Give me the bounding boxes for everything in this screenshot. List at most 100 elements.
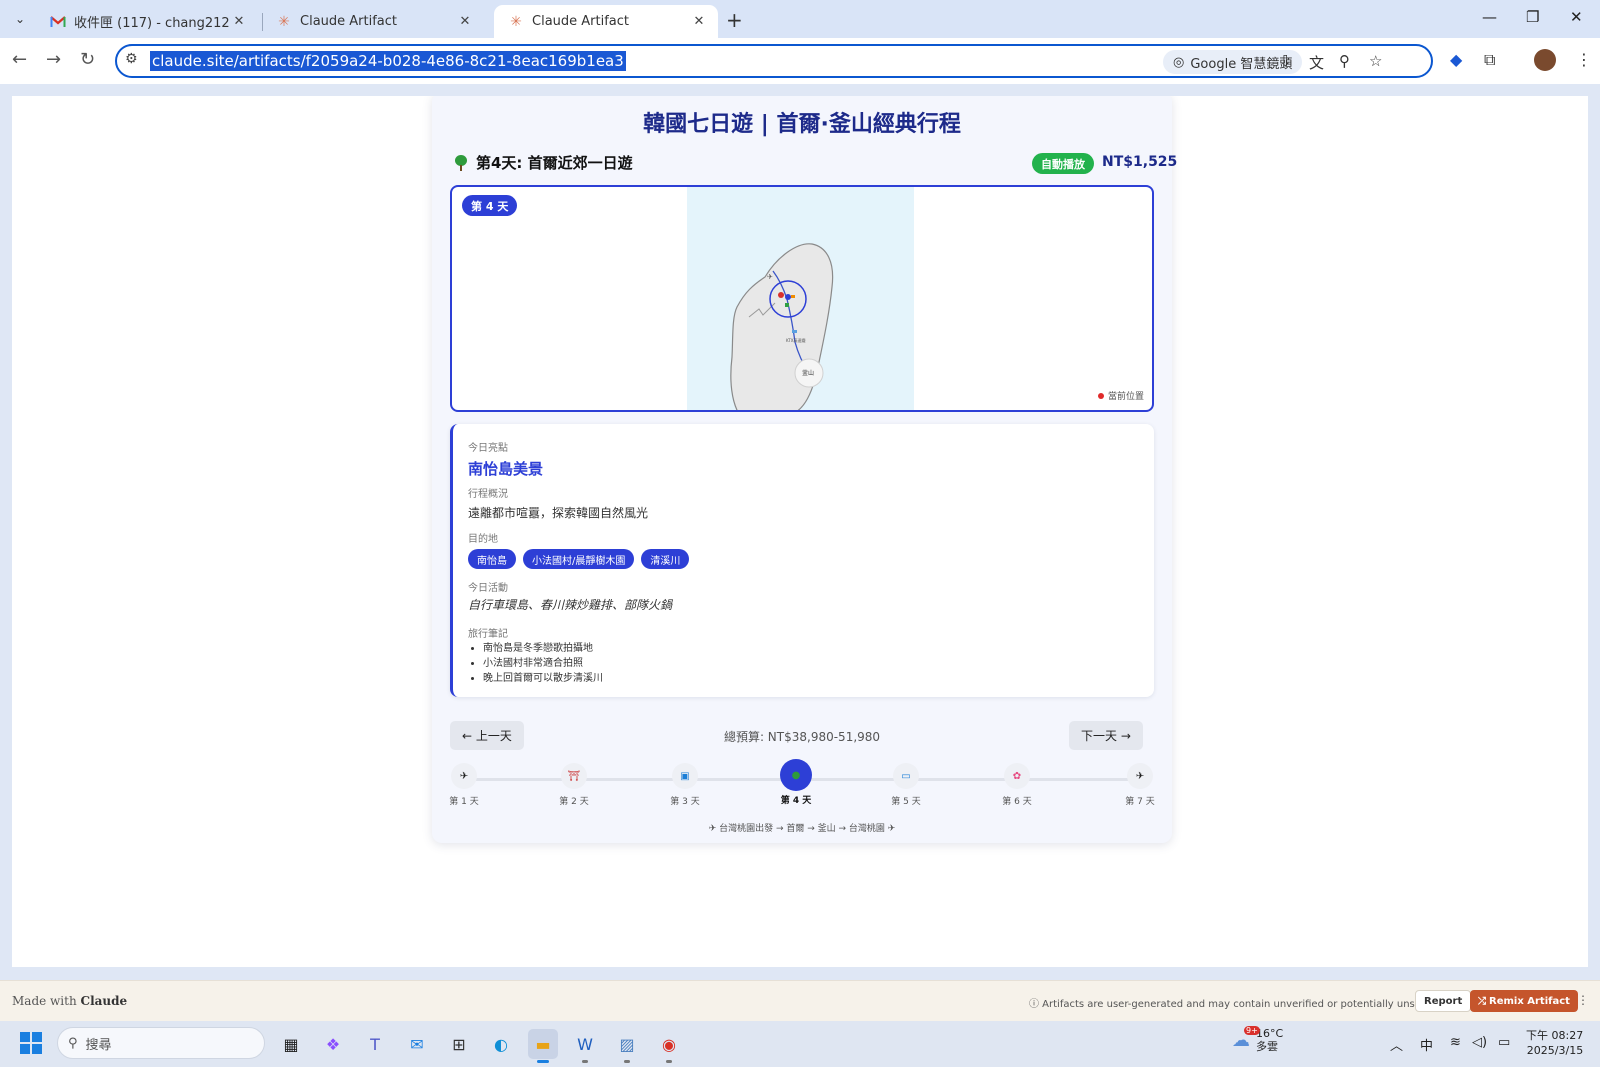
wifi-icon[interactable]: ≋ [1450, 1035, 1461, 1050]
search-placeholder: 搜尋 [85, 1037, 112, 1053]
made-with-claude[interactable]: Made with Claude [12, 994, 127, 1008]
timeline-day-5[interactable]: ▭ 第 5 天 [876, 757, 936, 807]
teams-icon[interactable]: T [360, 1029, 390, 1059]
tree-icon: ● [780, 759, 812, 791]
close-tab-icon[interactable]: ✕ [456, 14, 474, 29]
chrome-icon[interactable]: ◉ [654, 1029, 684, 1063]
photos-icon[interactable]: ▨ [612, 1029, 642, 1063]
seoul-marker [778, 292, 784, 298]
autoplay-button[interactable]: 自動播放 [1032, 153, 1094, 174]
word-icon[interactable]: W [570, 1029, 600, 1063]
map-day-chip: 第 4 天 [462, 195, 518, 216]
timeline-day-3[interactable]: ▣ 第 3 天 [655, 757, 715, 807]
day-price: NT$1,525 [1102, 154, 1178, 170]
flower-icon: ✿ [1004, 763, 1030, 789]
list-item: 南怡島是冬季戀歌拍攝地 [483, 641, 603, 656]
destination-chip[interactable]: 小法國村/晨靜樹木園 [523, 549, 635, 569]
extension-shield-icon[interactable]: ◆ [1450, 50, 1462, 69]
highlight-text: 南怡島美景 [468, 460, 544, 478]
mail-icon[interactable]: ✉ [402, 1029, 432, 1059]
taskbar-search[interactable]: ⚲ 搜尋 [57, 1027, 265, 1059]
tab-claude-artifact[interactable]: ✳ Claude Artifact ✕ [262, 5, 484, 38]
timeline-label: 第 6 天 [1002, 797, 1032, 807]
route-map[interactable]: ✈ KTX高速鐵 釜山 第 4 天 當前位置 [450, 185, 1154, 412]
new-tab-plus-icon[interactable]: + [726, 8, 743, 32]
next-day-button[interactable]: 下一天 → [1069, 721, 1143, 750]
reload-icon[interactable]: ↻ [80, 49, 95, 70]
overview-label: 行程概況 [468, 489, 508, 500]
tab-title: Claude Artifact [300, 14, 398, 29]
timeline-day-6[interactable]: ✿ 第 6 天 [987, 757, 1047, 807]
tab-claude-artifact-active[interactable]: ✳ Claude Artifact ✕ [494, 5, 718, 38]
remix-artifact-button[interactable]: ⤮ Remix Artifact [1470, 990, 1578, 1012]
destination-chip[interactable]: 清溪川 [641, 549, 690, 569]
timeline-label: 第 2 天 [559, 797, 589, 807]
timeline-day-2[interactable]: ⛩ 第 2 天 [544, 757, 604, 807]
edge-icon[interactable]: ◐ [486, 1029, 516, 1059]
more-options-icon[interactable]: ⋮ [1577, 993, 1589, 1007]
report-button[interactable]: Report [1415, 990, 1472, 1012]
tab-search-button[interactable]: ⌄ [8, 7, 32, 31]
day-timeline: ✈ 第 1 天 ⛩ 第 2 天 ▣ 第 3 天 ● 第 4 天 ▭ 第 5 天 … [449, 757, 1155, 817]
url-text[interactable]: claude.site/artifacts/f2059a24-b028-4e86… [150, 51, 626, 71]
task-view-icon[interactable]: ▦ [276, 1029, 306, 1059]
destination-chip[interactable]: 南怡島 [468, 549, 516, 569]
timeline-label: 第 1 天 [449, 797, 479, 807]
taskbar-clock[interactable]: 下午 08:27 2025/3/15 [1526, 1028, 1583, 1058]
day-header: 第4天: 首爾近郊一日遊 [454, 152, 633, 173]
forward-arrow-icon[interactable]: → [46, 49, 61, 70]
volume-icon[interactable]: ◁) [1472, 1035, 1487, 1050]
date-text: 2025/3/15 [1526, 1044, 1584, 1057]
chrome-menu-icon[interactable]: ⋮ [1576, 50, 1592, 69]
close-tab-icon[interactable]: ✕ [690, 14, 708, 29]
timeline-day-7[interactable]: ✈ 第 7 天 [1110, 757, 1170, 807]
windows-start-icon[interactable] [20, 1032, 42, 1054]
tab-gmail[interactable]: 收件匣 (117) - chang212@gm ✕ [36, 5, 258, 38]
weather-widget[interactable]: ☁ 9+ 16°C 多雲 [1232, 1025, 1284, 1053]
restore-icon[interactable]: ❐ [1526, 8, 1539, 26]
day-title: 第4天: 首爾近郊一日遊 [476, 154, 633, 172]
tray-chevron-up-icon[interactable]: ︿ [1390, 1035, 1403, 1054]
profile-avatar[interactable] [1534, 49, 1556, 71]
address-bar[interactable]: ⚙ claude.site/artifacts/f2059a24-b028-4e… [115, 44, 1433, 78]
total-budget: 總預算: NT$38,980-51,980 [723, 730, 881, 744]
tab-title: Claude Artifact [532, 14, 630, 29]
ktx-label: KTX高速鐵 [786, 337, 806, 343]
translate-icon[interactable]: 文 [1309, 52, 1324, 73]
timeline-day-1[interactable]: ✈ 第 1 天 [434, 757, 494, 807]
airport-marker: ✈ [767, 273, 773, 281]
install-app-icon[interactable]: ⇩ [1279, 52, 1292, 70]
file-explorer-icon[interactable]: ▬ [528, 1029, 558, 1063]
activities-label: 今日活動 [468, 583, 508, 594]
zoom-icon[interactable]: ⚲ [1339, 52, 1350, 70]
remix-label: Remix Artifact [1489, 995, 1570, 1007]
minimize-icon[interactable]: — [1482, 8, 1497, 26]
store-icon[interactable]: ⊞ [444, 1029, 474, 1059]
page-title: 韓國七日遊 | 首爾·釜山經典行程 [643, 112, 961, 137]
itinerary-card: 韓國七日遊 | 首爾·釜山經典行程 第4天: 首爾近郊一日遊 自動播放 NT$1… [432, 96, 1177, 843]
train-marker [792, 330, 797, 333]
bookmark-star-icon[interactable]: ☆ [1369, 52, 1382, 70]
timeline-label: 第 7 天 [1125, 797, 1155, 807]
site-info-icon[interactable]: ⚙ [125, 51, 138, 67]
back-arrow-icon[interactable]: ← [12, 49, 27, 70]
close-window-icon[interactable]: ✕ [1570, 8, 1583, 26]
cloud-icon: ☁ 9+ [1232, 1025, 1260, 1051]
weather-temp: 16°C [1256, 1027, 1284, 1040]
close-tab-icon[interactable]: ✕ [230, 14, 248, 29]
timeline-day-4[interactable]: ● 第 4 天 [766, 757, 826, 806]
korea-map: ✈ KTX高速鐵 釜山 [730, 243, 834, 410]
claude-brand: Claude [80, 994, 128, 1008]
ime-indicator[interactable]: 中 [1420, 1035, 1433, 1054]
timeline-label: 第 3 天 [670, 797, 700, 807]
safety-warning: ⓘ Artifacts are user-generated and may c… [1029, 999, 1476, 1010]
notes-list: 南怡島是冬季戀歌拍攝地 小法國村非常適合拍照 晚上回首爾可以散步清溪川 [483, 641, 603, 686]
extensions-puzzle-icon[interactable]: ⧉ [1484, 50, 1495, 70]
current-location-dot [785, 294, 791, 300]
current-position-dot-icon [1097, 392, 1104, 399]
battery-icon[interactable]: ▭ [1498, 1035, 1510, 1050]
copilot-icon[interactable]: ❖ [318, 1029, 348, 1059]
train-icon: ▭ [893, 763, 919, 789]
claude-icon: ✳ [278, 13, 290, 30]
windows-taskbar: ⚲ 搜尋 ▦ ❖ T ✉ ⊞ ◐ ▬ W ▨ ◉ ☁ 9+ 16°C 多雲 ︿ 中… [0, 1021, 1600, 1067]
